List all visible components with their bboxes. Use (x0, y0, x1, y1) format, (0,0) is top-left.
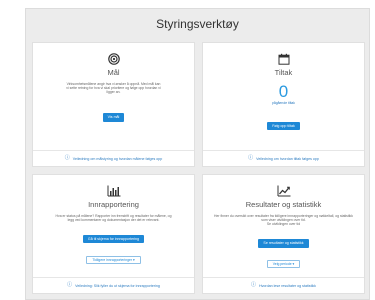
results-card-footer[interactable]: ⓘ Hvordan lese resultater og statistikk (203, 277, 364, 293)
reporting-card-description: Hva er status på målene? Rapporter inn f… (55, 213, 172, 222)
follow-up-actions-button[interactable]: Følg opp tiltak (267, 121, 300, 130)
period-dropdown[interactable]: Velg periode ▾ (266, 260, 301, 269)
results-help-link[interactable]: Hvordan lese resultater og statistikk (259, 284, 316, 288)
help-circle-icon: ⓘ (67, 282, 73, 288)
reporting-card-body: Innrapportering Hva er status på målene?… (33, 175, 194, 266)
management-tools-panel: Styringsverktøy Mål Virksomhetsmålene an… (25, 8, 370, 300)
help-circle-icon: ⓘ (64, 155, 70, 161)
help-circle-icon: ⓘ (251, 282, 257, 288)
bar-chart-icon (33, 185, 194, 197)
results-card-subtext: Se utviklingen over tid (266, 222, 301, 227)
chevron-down-icon: ▾ (132, 258, 135, 263)
goals-card-footer[interactable]: ⓘ Veiledning om målstyring og hvordan må… (33, 150, 194, 166)
goals-card: Mål Virksomhetsmålene angir hva vi ønske… (32, 42, 195, 167)
goals-card-title: Mål (107, 68, 120, 77)
help-circle-icon: ⓘ (248, 155, 254, 161)
reporting-card-title: Innrapportering (88, 200, 139, 209)
actions-count: 0 (278, 81, 289, 101)
actions-help-link[interactable]: Veiledning om hvordan tiltak følges opp (256, 157, 319, 161)
goals-card-description: Virksomhetsmålene angir hva vi ønsker å … (66, 81, 161, 95)
goals-help-link[interactable]: Veiledning om målstyring og hvordan måle… (73, 157, 163, 161)
previous-reports-dropdown[interactable]: Tidligere innrapporteringer ▾ (86, 256, 141, 265)
results-card-body: Resultater og statistikk Her finner du o… (203, 175, 364, 270)
reporting-card: Innrapportering Hva er status på målene?… (32, 174, 195, 294)
results-card-description: Her finner du oversikt over resultater f… (214, 213, 353, 222)
ongoing-actions-link[interactable]: pågående tiltak (203, 101, 364, 105)
calendar-icon (203, 53, 364, 65)
chevron-down-icon: ▾ (292, 262, 295, 267)
view-goals-button[interactable]: Vis mål (102, 113, 125, 122)
results-card-title: Resultater og statistikk (245, 200, 322, 209)
page-title: Styringsverktøy (156, 17, 239, 31)
actions-card-body: Tiltak 0 pågående tiltak Følg opp tiltak (203, 43, 364, 132)
view-results-statistics-button[interactable]: Se resultater og statistikk (258, 239, 309, 248)
actions-card: Tiltak 0 pågående tiltak Følg opp tiltak… (202, 42, 365, 167)
actions-card-title: Tiltak (274, 68, 293, 77)
goals-card-body: Mål Virksomhetsmålene angir hva vi ønske… (33, 43, 194, 123)
go-to-reporting-form-button[interactable]: Gå til skjema for innrapportering (82, 235, 145, 244)
target-icon (33, 53, 194, 65)
line-chart-icon (203, 185, 364, 197)
previous-reports-label: Tidligere innrapporteringer (92, 258, 132, 263)
period-dropdown-label: Velg periode (272, 262, 292, 267)
reporting-card-footer[interactable]: ⓘ Veiledning: Slik fyller du ut skjema f… (33, 277, 194, 293)
reporting-help-link[interactable]: Veiledning: Slik fyller du ut skjema for… (75, 284, 160, 288)
results-card: Resultater og statistikk Her finner du o… (202, 174, 365, 294)
actions-card-footer[interactable]: ⓘ Veiledning om hvordan tiltak følges op… (203, 150, 364, 166)
